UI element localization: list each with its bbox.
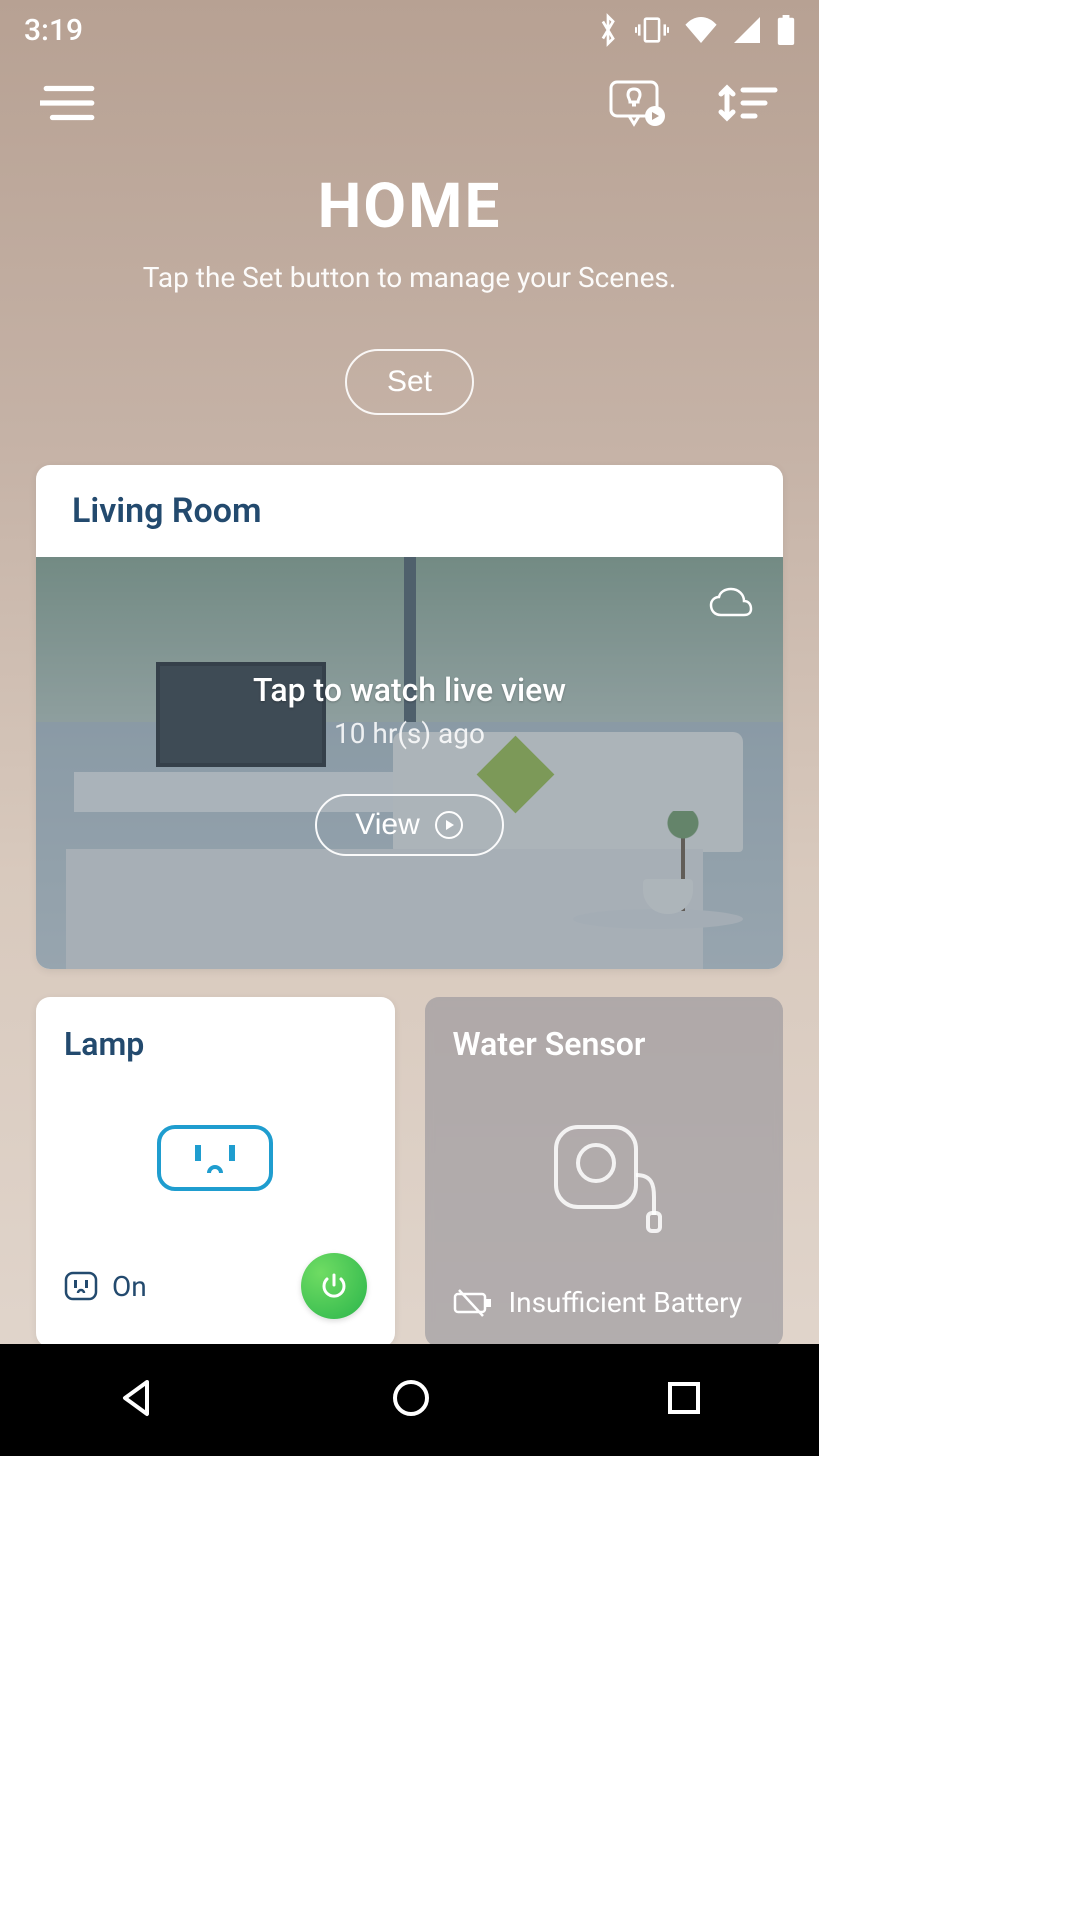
battery-icon: [777, 15, 795, 45]
plug-small-icon: [64, 1271, 98, 1301]
back-button[interactable]: [115, 1376, 159, 1424]
cell-signal-icon: [733, 17, 761, 43]
room-name: Living Room: [72, 491, 747, 531]
set-button[interactable]: Set: [345, 349, 474, 415]
view-button-label: View: [355, 808, 419, 842]
battery-low-icon: [453, 1288, 493, 1318]
notification-camera-icon[interactable]: [607, 78, 667, 132]
cloud-icon: [709, 587, 753, 623]
lamp-status: On: [112, 1270, 147, 1303]
top-nav: [0, 60, 819, 150]
vibrate-icon: [635, 15, 669, 45]
live-view-title: Tap to watch live view: [253, 671, 566, 709]
content-area: Living Room Tap to watch live view 10 hr…: [0, 415, 819, 1344]
wifi-icon: [685, 17, 717, 43]
status-time: 3:19: [24, 13, 83, 48]
home-button[interactable]: [389, 1376, 433, 1424]
bluetooth-icon: [597, 13, 619, 47]
device-name: Water Sensor: [453, 1025, 756, 1063]
device-name: Lamp: [64, 1025, 367, 1063]
water-sensor-icon: [544, 1115, 664, 1235]
status-bar: 3:19: [0, 0, 819, 60]
device-card-lamp[interactable]: Lamp On: [36, 997, 395, 1344]
power-button[interactable]: [301, 1253, 367, 1319]
live-view-timestamp: 10 hr(s) ago: [334, 717, 485, 750]
page-subtitle: Tap the Set button to manage your Scenes…: [20, 261, 799, 294]
smart-plug-icon: [155, 1123, 275, 1193]
sort-icon[interactable]: [717, 80, 779, 130]
view-button[interactable]: View: [315, 794, 503, 856]
recent-apps-button[interactable]: [664, 1378, 704, 1422]
room-card[interactable]: Living Room Tap to watch live view 10 hr…: [36, 465, 783, 969]
play-icon: [434, 810, 464, 840]
room-thumbnail: [36, 557, 783, 969]
device-card-water-sensor[interactable]: Water Sensor Insufficient Battery: [425, 997, 784, 1344]
page-header: HOME Tap the Set button to manage your S…: [0, 150, 819, 415]
system-nav-bar: [0, 1344, 819, 1456]
camera-live-view[interactable]: Tap to watch live view 10 hr(s) ago View: [36, 557, 783, 969]
power-icon: [319, 1271, 349, 1301]
status-icons: [597, 13, 795, 47]
menu-icon[interactable]: [40, 82, 98, 128]
room-header: Living Room: [36, 465, 783, 557]
page-title: HOME: [20, 170, 799, 243]
water-sensor-status: Insufficient Battery: [509, 1286, 743, 1319]
